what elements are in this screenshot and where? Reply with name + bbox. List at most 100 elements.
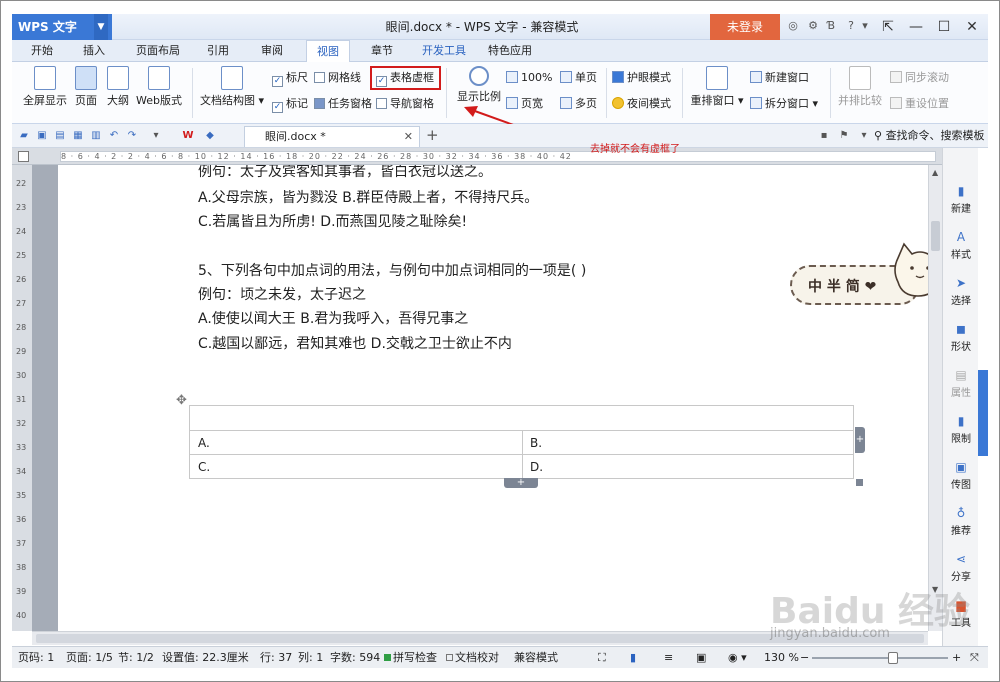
open-icon[interactable]: ▰ [18,130,30,142]
panel-shape[interactable]: ◼ 形状 [943,322,979,353]
new-window-button[interactable]: 新建窗口 [750,70,809,86]
zoom-in-icon[interactable]: + [952,647,961,669]
maximize-button[interactable]: ☐ [930,14,958,40]
tab-layout[interactable]: 页面布局 [128,40,188,62]
chevron-down-icon[interactable]: ▾ [150,130,162,142]
close-icon[interactable]: ✕ [404,127,413,147]
chevron-down-icon[interactable]: ▾ [858,19,872,33]
app-menu-button[interactable]: WPS 文字 ▼ [12,14,112,40]
navpane-checkbox[interactable]: 导航窗格 [376,96,434,112]
sync-scroll-icon [890,71,902,83]
close-button[interactable]: ✕ [958,14,986,40]
panel-properties[interactable]: ▤ 属性 [943,368,979,399]
help-icon[interactable]: ? [844,19,858,33]
new-tab-button[interactable]: + [426,126,439,144]
panel-restrict[interactable]: ▮ 限制 [943,414,979,445]
split-window-button[interactable]: 拆分窗口 ▾ [750,96,818,112]
search-input[interactable]: ⚲ 查找命令、搜索模板 [874,128,990,144]
flag-icon[interactable]: ⚑ [838,130,850,142]
panel-select[interactable]: ➤ 选择 [943,276,979,307]
tab-home[interactable]: 开始 [22,40,62,62]
table-cell[interactable]: C. [190,455,210,479]
tab-review[interactable]: 审阅 [252,40,292,62]
single-page-button[interactable]: 单页 [560,70,597,86]
rearrange-windows-button[interactable]: 重排窗口 ▾ [688,66,746,108]
panel-recommend[interactable]: ♁ 推荐 [943,506,979,537]
preview-icon[interactable]: ▥ [90,130,102,142]
table-cell[interactable]: B. [522,431,542,455]
taskpane-checkbox[interactable]: 任务窗格 [314,96,372,112]
page-view-icon[interactable]: ▮ [630,647,636,669]
zoom-out-icon[interactable]: − [800,647,809,669]
skin-icon[interactable]: ◎ [786,19,800,33]
settings-icon[interactable]: ⚙ [806,19,820,33]
outline-view-icon[interactable]: ≡ [664,647,673,669]
print-icon[interactable]: ▦ [72,130,84,142]
save-icon[interactable] [114,19,128,33]
export-icon[interactable]: ▤ [54,130,66,142]
tab-developer[interactable]: 开发工具 [414,40,474,62]
web-view-button[interactable]: Web版式 [134,66,184,108]
sync-scroll-button[interactable]: 同步滚动 [890,70,949,86]
tab-features[interactable]: 特色应用 [480,40,540,62]
night-mode-button[interactable]: 夜间模式 [612,96,671,112]
zoom-level[interactable]: 130 % [764,647,799,669]
fullscreen-view-icon[interactable]: ⛶ [598,647,606,669]
table[interactable]: A. B. C. D. [189,405,854,479]
side-by-side-button[interactable]: 并排比较 [834,66,886,108]
minimize-button[interactable]: — [902,14,930,40]
reset-position-button[interactable]: 重设位置 [890,96,949,112]
zoom-100-button[interactable]: 100% [506,70,552,86]
save-icon[interactable]: ▣ [36,130,48,142]
doc-structure-button[interactable]: 文档结构图 ▾ [198,66,266,108]
fit-icon[interactable]: ⤧ [970,647,979,669]
scroll-thumb[interactable] [931,221,940,251]
tab-stop-icon[interactable] [18,151,29,162]
scroll-up-icon[interactable]: ▲ [932,168,938,177]
b-icon[interactable]: Ɓ [824,19,838,33]
undo-icon[interactable]: ↶ [108,130,120,142]
outline-view-button[interactable]: 大纲 [104,66,132,108]
fullscreen-button[interactable]: 全屏显示 [20,66,70,108]
vertical-scrollbar[interactable]: ▲ ▼ [928,165,942,631]
comment-icon[interactable]: ▪ [818,130,830,142]
horizontal-ruler[interactable]: 8 · 6 · 4 · 2 · 2 · 4 · 6 · 8 · 10 · 12 … [12,148,942,165]
add-row-button[interactable]: + [504,478,538,488]
panel-upload[interactable]: ▣ 传图 [943,460,979,491]
table-resize-handle-icon[interactable] [856,479,863,486]
document-tab[interactable]: 眼间.docx * ✕ [244,126,420,147]
fullscreen-icon [34,66,56,90]
panel-new[interactable]: ▮ 新建 [943,184,979,215]
fullscreen-icon[interactable]: ⇱ [874,14,902,40]
tab-references[interactable]: 引用 [198,40,238,62]
cube-icon[interactable]: ◆ [204,130,216,142]
ruler-checkbox[interactable]: ✓ 标尺 [272,70,308,87]
eye-icon[interactable]: ◉ ▾ [728,647,747,669]
panel-style[interactable]: A 样式 [943,230,979,261]
chevron-down-icon[interactable]: ▾ [858,130,870,142]
wps-logo-icon[interactable]: W [182,130,194,142]
proofread-toggle[interactable]: 文档校对 [446,647,499,669]
login-button[interactable]: 未登录 [710,14,780,40]
zoom-button[interactable]: 显示比例 [452,66,506,104]
panel-share[interactable]: ⋖ 分享 [943,552,979,583]
zoom-slider[interactable] [812,657,948,659]
vertical-ruler[interactable]: 22 23 24 25 26 27 28 29 30 31 32 33 34 3… [12,165,32,631]
grid-checkbox[interactable]: 网格线 [314,70,361,86]
tab-view[interactable]: 视图 [306,40,350,62]
redo-icon[interactable]: ↷ [126,130,138,142]
tab-insert[interactable]: 插入 [74,40,114,62]
table-move-handle-icon[interactable]: ✥ [176,393,187,408]
document-page[interactable]: 例句：太子及宾客知其事者，皆白衣冠以送之。 A.父母宗族，皆为戮没 B.群臣侍殿… [58,165,928,631]
add-column-button[interactable]: + [855,427,865,453]
page-view-button[interactable]: 页面 [72,66,100,108]
spell-check-toggle[interactable]: 拼写检查 [384,647,437,669]
tab-chapter[interactable]: 章节 [362,40,402,62]
eye-care-button[interactable]: 护眼模式 [612,70,671,86]
marks-checkbox[interactable]: ✓ 标记 [272,96,308,113]
table-cell[interactable]: D. [522,455,543,479]
table-cell[interactable]: A. [190,431,210,455]
web-view-icon[interactable]: ▣ [696,647,706,669]
chevron-down-icon[interactable]: ▼ [94,14,108,40]
zoom-slider-knob[interactable] [888,652,898,664]
